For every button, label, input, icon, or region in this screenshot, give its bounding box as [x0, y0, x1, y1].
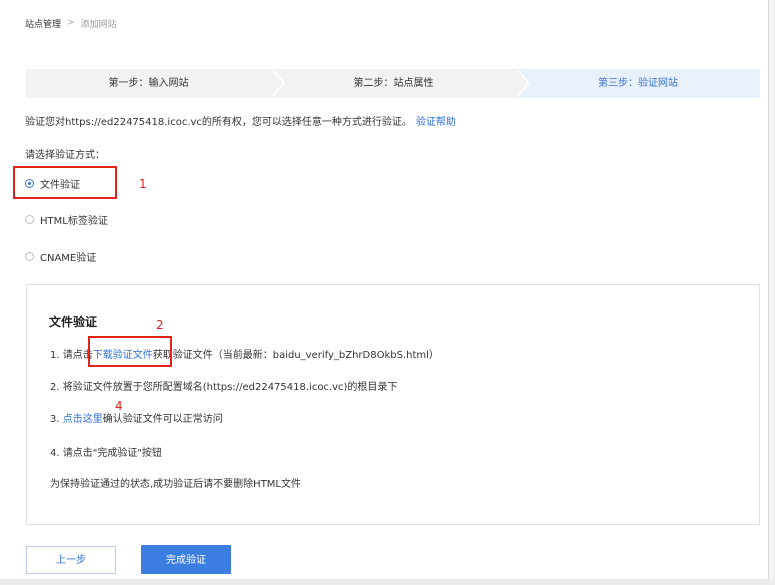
- click-here-link[interactable]: 点击这里: [63, 414, 103, 425]
- page-right-gutter: [769, 0, 775, 585]
- step-progress: 第一步：输入网站 第二步：站点属性 第三步：验证网站: [26, 69, 760, 98]
- instruction-step-2: 2. 将验证文件放置于您所配置域名(https://ed22475418.ico…: [50, 382, 398, 393]
- radio-unselected-icon[interactable]: [25, 252, 34, 261]
- complete-verification-button[interactable]: 完成验证: [141, 545, 231, 574]
- breadcrumb: 站点管理 > 添加网站: [25, 16, 117, 30]
- radio-label[interactable]: HTML标签验证: [40, 212, 108, 227]
- step-divider: [271, 69, 283, 97]
- annotation-box-download-link: [88, 336, 172, 367]
- panel-title: 文件验证: [49, 315, 98, 329]
- step-input-site: 第一步：输入网站: [26, 69, 271, 98]
- annotation-number-4: 4: [115, 399, 123, 413]
- breadcrumb-chevron-icon: >: [67, 18, 75, 28]
- instruction-text: 3.: [50, 414, 63, 425]
- radio-html-tag-verification[interactable]: HTML标签验证: [25, 212, 108, 227]
- annotation-number-2: 2: [156, 318, 164, 332]
- radio-label[interactable]: CNAME验证: [40, 249, 96, 264]
- file-verification-panel: 文件验证 1. 请点击下载验证文件获取验证文件（当前最新：baidu_verif…: [26, 284, 760, 525]
- instruction-text: 确认验证文件可以正常访问: [102, 414, 223, 425]
- step-divider: [516, 69, 528, 97]
- instruction-text: 获取验证文件（当前最新：baidu_verify_bZhrD8OkbS.html…: [152, 350, 439, 361]
- step-site-properties: 第二步：站点属性: [271, 69, 516, 98]
- verification-intro: 验证您对https://ed22475418.icoc.vc的所有权，您可以选择…: [25, 113, 456, 128]
- radio-cname-verification[interactable]: CNAME验证: [25, 249, 96, 264]
- breadcrumb-site-management[interactable]: 站点管理: [25, 17, 61, 30]
- keep-file-note: 为保持验证通过的状态,成功验证后请不要删除HTML文件: [50, 479, 302, 490]
- page-bottom-gutter: [0, 579, 775, 585]
- method-label: 请选择验证方式：: [25, 150, 105, 161]
- instruction-text: 1. 请点击: [50, 350, 93, 361]
- instruction-step-4: 4. 请点击"完成验证"按钮: [50, 448, 162, 459]
- verification-help-link[interactable]: 验证帮助: [416, 117, 456, 128]
- step-verify-site: 第三步：验证网站: [516, 69, 760, 98]
- breadcrumb-add-site: 添加网站: [80, 19, 117, 30]
- intro-text: 验证您对https://ed22475418.icoc.vc的所有权，您可以选择…: [25, 117, 412, 128]
- previous-step-button[interactable]: 上一步: [26, 546, 116, 574]
- instruction-step-3: 3. 点击这里确认验证文件可以正常访问: [50, 410, 223, 425]
- radio-unselected-icon[interactable]: [25, 215, 34, 224]
- annotation-box-file-verification: [13, 166, 117, 199]
- annotation-number-1: 1: [139, 177, 147, 191]
